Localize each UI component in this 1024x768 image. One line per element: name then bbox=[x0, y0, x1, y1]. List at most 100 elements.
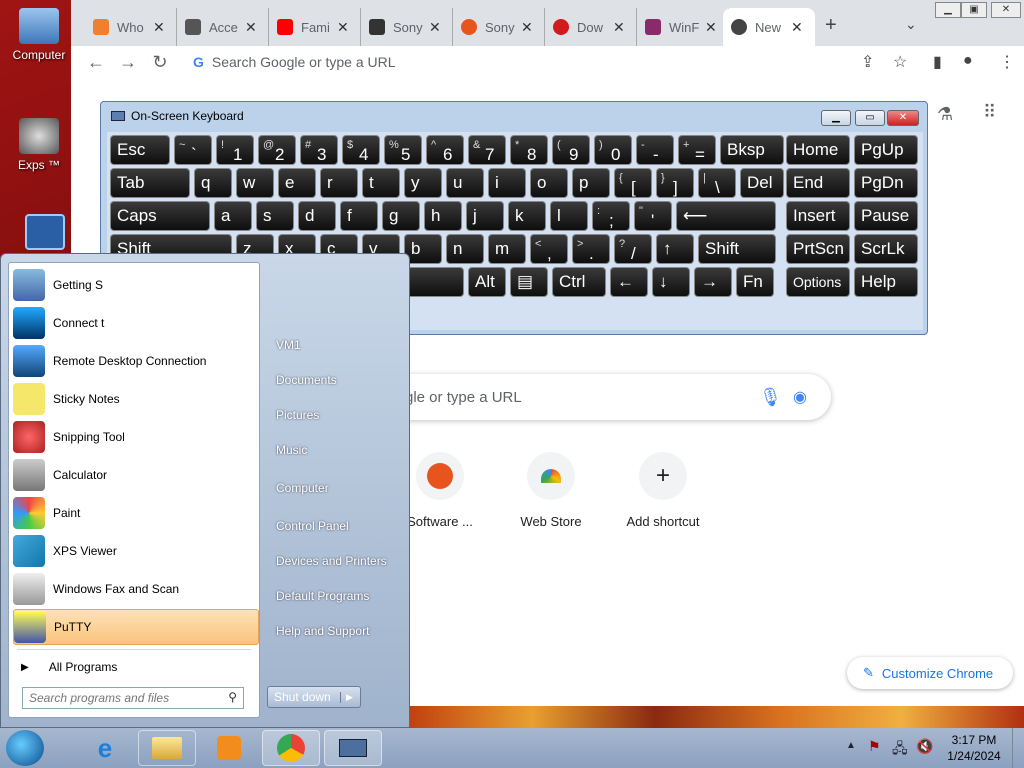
shutdown-options-arrow-icon[interactable]: ▶ bbox=[340, 691, 358, 703]
osk-key[interactable]: ~ ` bbox=[174, 135, 212, 165]
taskbar-chrome[interactable] bbox=[262, 730, 320, 766]
right-item-documents[interactable]: Documents bbox=[276, 373, 337, 387]
right-item-default-programs[interactable]: Default Programs bbox=[276, 589, 369, 603]
tab-8-active[interactable]: New ✕ bbox=[723, 8, 815, 46]
osk-key[interactable]: >. bbox=[572, 234, 610, 264]
forward-button[interactable]: → bbox=[113, 52, 143, 73]
labs-flask-icon[interactable]: ⚗ bbox=[937, 104, 953, 125]
osk-key[interactable]: ⟵ bbox=[676, 201, 776, 231]
tab-7[interactable]: WinF ✕ bbox=[637, 8, 729, 46]
osk-key[interactable]: * 8 bbox=[510, 135, 548, 165]
osk-key[interactable]: i bbox=[488, 168, 526, 198]
close-button[interactable]: ✕ bbox=[991, 2, 1021, 18]
osk-key[interactable]: w bbox=[236, 168, 274, 198]
share-icon[interactable]: ⇪ bbox=[861, 52, 874, 72]
osk-key[interactable]: (9 bbox=[552, 135, 590, 165]
shut-down-button[interactable]: Shut down ▶ bbox=[267, 686, 361, 708]
right-item-help-support[interactable]: Help and Support bbox=[276, 624, 369, 638]
osk-key[interactable]: ^ 6 bbox=[426, 135, 464, 165]
side-panel-icon[interactable]: ▮ bbox=[933, 52, 942, 72]
tab-close-icon[interactable]: ✕ bbox=[791, 19, 803, 36]
osk-key[interactable]: {[ bbox=[614, 168, 652, 198]
osk-key[interactable]: @2 bbox=[258, 135, 296, 165]
taskbar-osk[interactable] bbox=[324, 730, 382, 766]
right-item-music[interactable]: Music bbox=[276, 443, 307, 457]
osk-key[interactable]: Home bbox=[786, 135, 850, 165]
osk-key[interactable]: " ' bbox=[634, 201, 672, 231]
osk-key[interactable]: ← bbox=[610, 267, 648, 297]
osk-key[interactable]: ↑ bbox=[656, 234, 694, 264]
shortcut-web-store[interactable]: Web Store bbox=[496, 452, 606, 529]
osk-key[interactable]: Help bbox=[854, 267, 918, 297]
osk-key[interactable]: PrtScn bbox=[786, 234, 850, 264]
program-getting-started[interactable]: Getting S bbox=[13, 267, 259, 303]
back-button[interactable]: ← bbox=[81, 52, 111, 73]
tab-2[interactable]: Acce ✕ bbox=[177, 8, 269, 46]
bookmark-star-icon[interactable]: ☆ bbox=[893, 52, 907, 72]
tab-3[interactable]: Fami ✕ bbox=[269, 8, 361, 46]
tab-5[interactable]: Sony ✕ bbox=[453, 8, 545, 46]
menu-dots-icon[interactable]: ⋮ bbox=[999, 52, 1015, 72]
osk-key[interactable]: o bbox=[530, 168, 568, 198]
right-item-computer[interactable]: Computer bbox=[276, 481, 329, 495]
program-snipping-tool[interactable]: Snipping Tool bbox=[13, 419, 259, 455]
right-item-control-panel[interactable]: Control Panel bbox=[276, 519, 349, 533]
osk-key[interactable]: $4 bbox=[342, 135, 380, 165]
osk-key[interactable]: p bbox=[572, 168, 610, 198]
osk-titlebar[interactable]: On-Screen Keyboard bbox=[101, 102, 927, 130]
osk-key[interactable]: ? / bbox=[614, 234, 652, 264]
osk-key[interactable]: <, bbox=[530, 234, 568, 264]
program-paint[interactable]: Paint bbox=[13, 495, 259, 531]
osk-key[interactable]: % 5 bbox=[384, 135, 422, 165]
ntp-search-box[interactable]: gle or type a URL 🎙 ◉ bbox=[361, 374, 831, 420]
osk-key[interactable]: ScrLk bbox=[854, 234, 918, 264]
program-fax-scan[interactable]: Windows Fax and Scan bbox=[13, 571, 259, 607]
osk-key[interactable]: Bksp bbox=[720, 135, 784, 165]
osk-key[interactable]: }] bbox=[656, 168, 694, 198]
osk-key[interactable]: q bbox=[194, 168, 232, 198]
program-connect[interactable]: Connect t bbox=[13, 305, 259, 341]
tab-close-icon[interactable]: ✕ bbox=[613, 19, 625, 36]
all-programs-button[interactable]: ▶ All Programs bbox=[21, 660, 117, 674]
tab-4[interactable]: Sony ✕ bbox=[361, 8, 453, 46]
voice-search-icon[interactable]: 🎙 bbox=[759, 387, 782, 408]
osk-key[interactable]: Alt bbox=[468, 267, 506, 297]
osk-key[interactable]: Caps bbox=[110, 201, 210, 231]
start-search-input[interactable]: Search programs and files ⚲ bbox=[22, 687, 244, 709]
osk-key[interactable]: Fn bbox=[736, 267, 774, 297]
osk-key[interactable]: y bbox=[404, 168, 442, 198]
osk-key[interactable]: u bbox=[446, 168, 484, 198]
shortcut-add[interactable]: + Add shortcut bbox=[608, 452, 718, 529]
osk-key[interactable]: PgDn bbox=[854, 168, 918, 198]
start-orb-windows-icon[interactable] bbox=[6, 730, 44, 766]
lens-camera-icon[interactable]: ◉ bbox=[793, 387, 807, 407]
tab-search-chevron-icon[interactable]: ⌄ bbox=[905, 16, 917, 33]
program-remote-desktop[interactable]: Remote Desktop Connection bbox=[13, 343, 259, 379]
osk-key[interactable]: PgUp bbox=[854, 135, 918, 165]
right-item-devices-printers[interactable]: Devices and Printers bbox=[276, 554, 387, 568]
program-sticky-notes[interactable]: Sticky Notes bbox=[13, 381, 259, 417]
tab-close-icon[interactable]: ✕ bbox=[337, 19, 349, 36]
reload-button[interactable]: ↻ bbox=[145, 52, 175, 73]
osk-key[interactable]: d bbox=[298, 201, 336, 231]
maximize-button[interactable]: ▣ bbox=[961, 2, 987, 18]
osk-maximize-button[interactable]: ▭ bbox=[855, 110, 885, 126]
osk-key[interactable]: l bbox=[550, 201, 588, 231]
network-icon[interactable]: 🖧 bbox=[892, 738, 908, 762]
osk-key[interactable]: s bbox=[256, 201, 294, 231]
desktop-icon-video[interactable] bbox=[10, 214, 80, 254]
tab-close-icon[interactable]: ✕ bbox=[521, 19, 533, 36]
show-hidden-icons-arrow-icon[interactable]: ▲ bbox=[846, 740, 856, 751]
osk-key[interactable]: Options bbox=[786, 267, 850, 297]
osk-key[interactable]: h bbox=[424, 201, 462, 231]
osk-key[interactable]: a bbox=[214, 201, 252, 231]
minimize-button[interactable]: ▁ bbox=[935, 2, 961, 18]
taskbar-media-player[interactable] bbox=[200, 730, 258, 766]
osk-key[interactable]: t bbox=[362, 168, 400, 198]
osk-key[interactable]: g bbox=[382, 201, 420, 231]
osk-key[interactable]: ▤ bbox=[510, 267, 548, 297]
osk-key[interactable]: Esc bbox=[110, 135, 170, 165]
right-item-vm1[interactable]: VM1 bbox=[276, 338, 301, 352]
program-calculator[interactable]: Calculator bbox=[13, 457, 259, 493]
tab-6[interactable]: Dow ✕ bbox=[545, 8, 637, 46]
